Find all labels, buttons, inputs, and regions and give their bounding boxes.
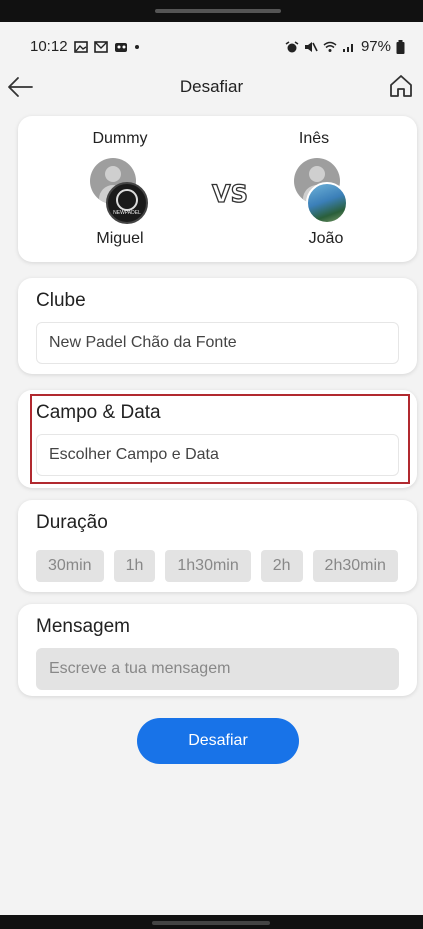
device-top-bar xyxy=(0,0,423,22)
duration-card: Duração 30min 1h 1h30min 2h 2h30min xyxy=(18,500,417,592)
signal-icon xyxy=(342,43,353,52)
match-card: Dummy Inês NEWPADEL VS Miguel João xyxy=(18,116,417,262)
app-notification-icon xyxy=(114,42,127,52)
player-photo-avatar[interactable] xyxy=(306,182,348,224)
message-card: Mensagem Escreve a tua mensagem xyxy=(18,604,417,696)
message-label: Mensagem xyxy=(36,616,130,637)
status-time: 10:12 xyxy=(30,38,68,55)
court-date-label: Campo & Data xyxy=(36,402,161,423)
padel-ball-icon xyxy=(116,189,138,211)
player-bottom-right-name: João xyxy=(308,230,344,247)
duration-label: Duração xyxy=(36,512,108,533)
court-date-card: Campo & Data Escolher Campo e Data xyxy=(18,390,417,488)
club-badge-avatar[interactable]: NEWPADEL xyxy=(106,182,148,224)
mute-icon xyxy=(304,41,318,52)
duration-option-1h30min[interactable]: 1h30min xyxy=(165,550,251,582)
mail-icon xyxy=(93,40,108,53)
versus-icon: VS xyxy=(211,179,248,208)
status-right: 97% xyxy=(285,38,405,55)
alarm-icon xyxy=(285,40,299,52)
status-bar: 10:12 97% xyxy=(0,30,423,60)
duration-options: 30min 1h 1h30min 2h 2h30min xyxy=(36,550,398,582)
page-title: Desafiar xyxy=(179,77,244,96)
notch-pill xyxy=(155,9,281,13)
club-label: Clube xyxy=(36,290,86,311)
battery-percent: 97% xyxy=(360,38,391,55)
message-input[interactable]: Escreve a tua mensagem xyxy=(36,648,399,690)
club-badge-text: NEWPADEL xyxy=(113,210,141,216)
avatar-head xyxy=(309,166,325,182)
player-bottom-left-name: Miguel xyxy=(96,230,144,247)
status-left: 10:12 xyxy=(30,38,140,55)
screen: 10:12 97% Desafiar Dummy Inês NEWPADEL V… xyxy=(0,0,423,929)
app-header: Desafiar xyxy=(0,66,423,110)
dot-icon xyxy=(134,44,139,49)
player-top-right-name: Inês xyxy=(298,130,330,147)
battery-icon xyxy=(396,39,405,54)
duration-option-2h[interactable]: 2h xyxy=(260,550,303,582)
duration-option-30min[interactable]: 30min xyxy=(36,550,104,582)
device-bottom-bar xyxy=(0,915,423,929)
duration-option-1h[interactable]: 1h xyxy=(113,550,156,582)
club-card: Clube New Padel Chão da Fonte xyxy=(18,278,417,374)
home-icon[interactable] xyxy=(387,72,415,100)
home-indicator[interactable] xyxy=(152,921,270,925)
challenge-button[interactable]: Desafiar xyxy=(137,718,299,764)
player-top-left-name: Dummy xyxy=(92,130,148,147)
club-field[interactable]: New Padel Chão da Fonte xyxy=(36,322,399,364)
wifi-icon xyxy=(323,41,337,52)
avatar-head xyxy=(105,166,121,182)
gallery-icon xyxy=(73,40,88,53)
svg-text:VS: VS xyxy=(212,180,248,208)
court-date-field[interactable]: Escolher Campo e Data xyxy=(36,434,399,476)
duration-option-2h30min[interactable]: 2h30min xyxy=(312,550,398,582)
